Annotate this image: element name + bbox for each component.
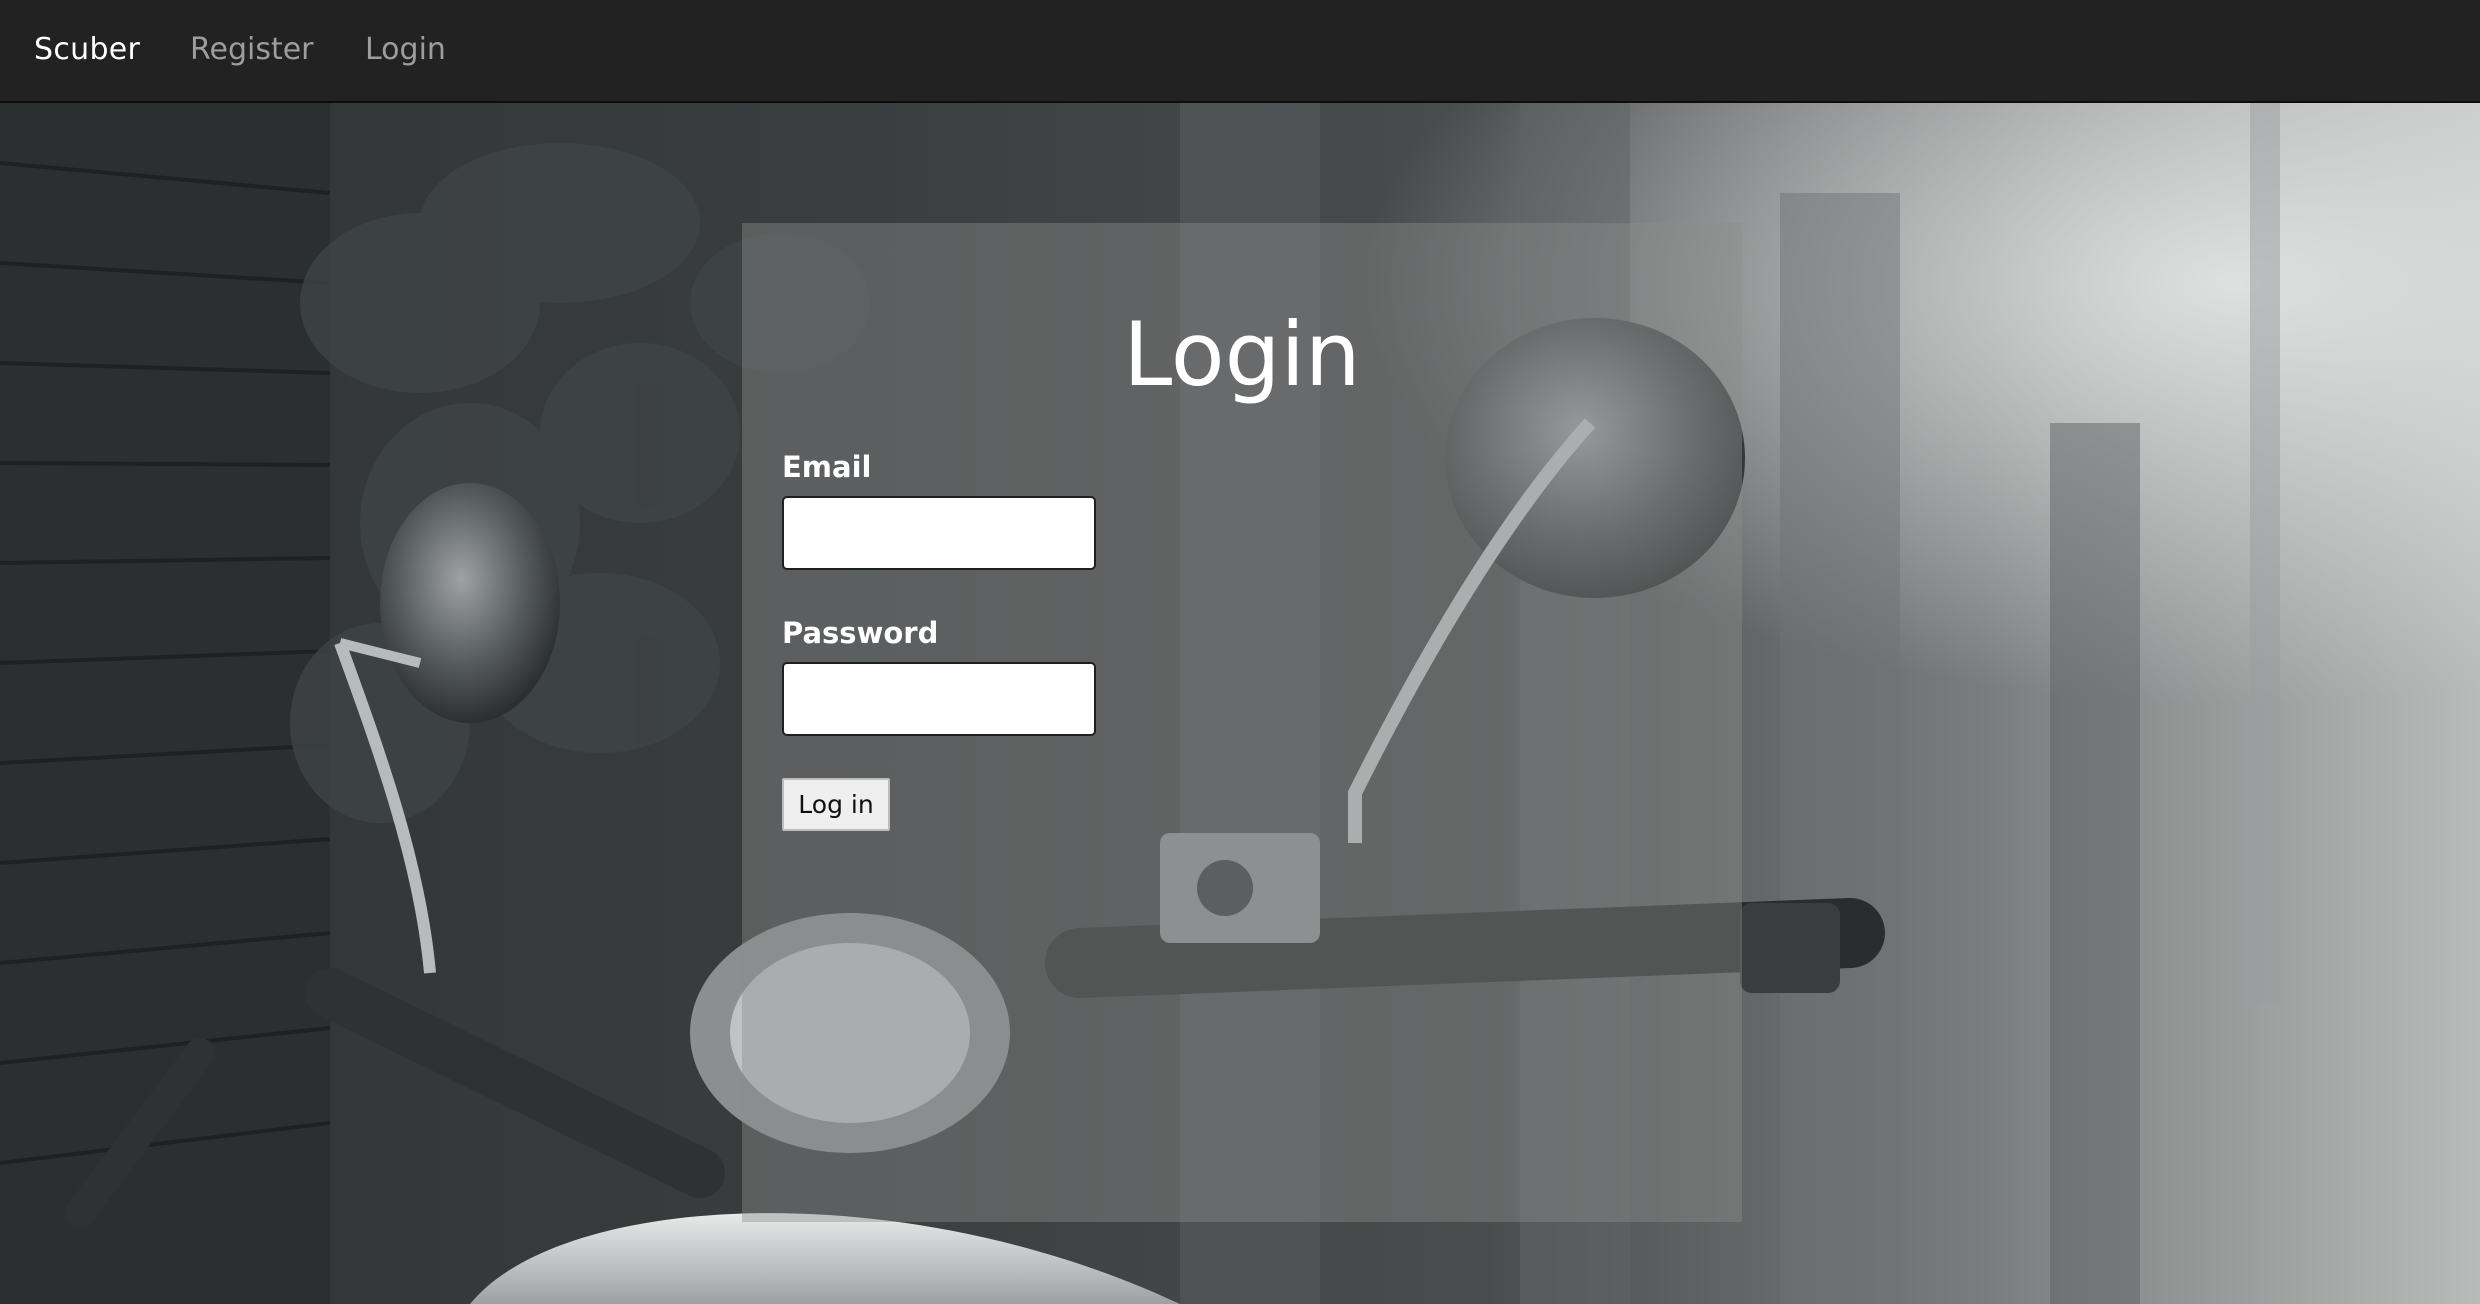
email-field[interactable] xyxy=(782,496,1096,570)
log-in-button[interactable]: Log in xyxy=(782,778,890,831)
page: Scuber Register Login Login Email Passwo… xyxy=(0,0,2480,1304)
login-panel: Login Email Password Log in xyxy=(742,223,1742,1222)
nav-link-register[interactable]: Register xyxy=(190,29,314,71)
password-label: Password xyxy=(782,616,939,650)
top-navbar: Scuber Register Login xyxy=(0,0,2480,103)
page-title: Login xyxy=(1123,303,1361,406)
email-label: Email xyxy=(782,450,872,484)
brand-link[interactable]: Scuber xyxy=(34,29,140,71)
nav-link-login[interactable]: Login xyxy=(365,29,446,71)
password-field[interactable] xyxy=(782,662,1096,736)
